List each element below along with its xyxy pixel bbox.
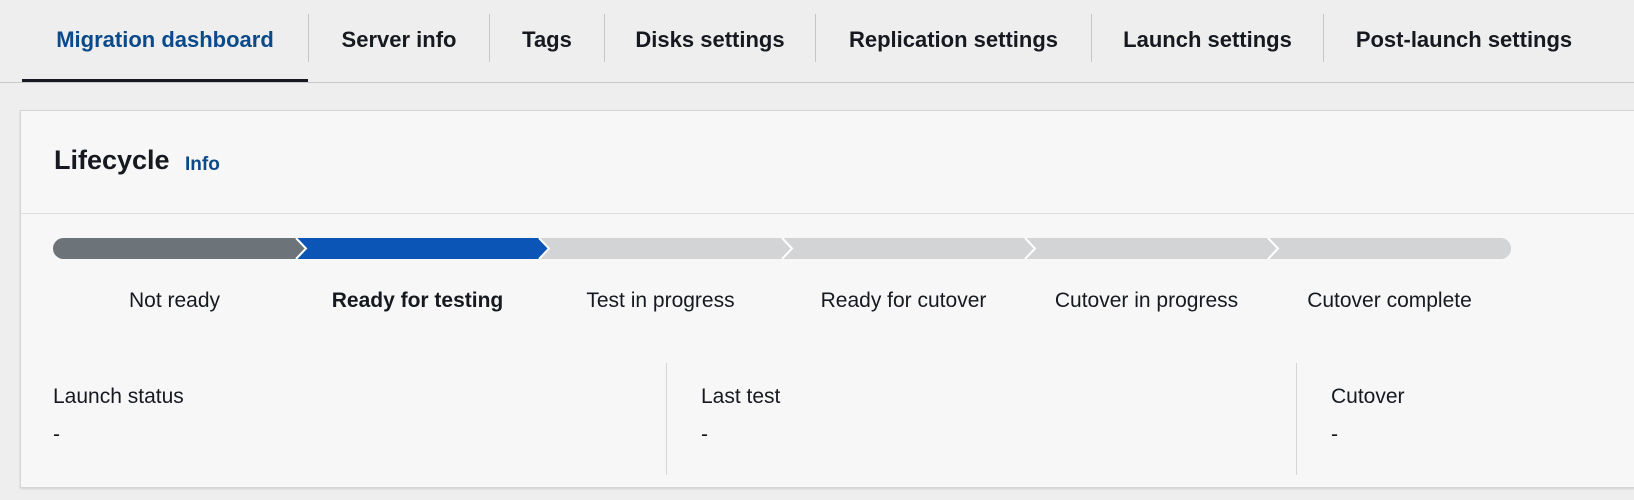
step-chevron-icon xyxy=(1021,238,1037,259)
progress-segment-2 xyxy=(296,238,539,259)
step-label-2: Ready for testing xyxy=(331,289,504,312)
last-test-label: Last test xyxy=(701,385,781,408)
progress-segment-3 xyxy=(539,238,782,259)
tab-disks-settings[interactable]: Disks settings xyxy=(605,0,815,80)
launch-status-value: - xyxy=(53,423,60,446)
tab-launch-settings[interactable]: Launch settings xyxy=(1092,0,1323,80)
info-link[interactable]: Info xyxy=(185,154,220,176)
cutover-label: Cutover xyxy=(1331,385,1405,408)
last-test-value: - xyxy=(701,423,708,446)
progress-segment-6 xyxy=(1268,238,1511,259)
tab-post-launch-settings[interactable]: Post-launch settings xyxy=(1324,0,1604,80)
panel-header: Lifecycle Info xyxy=(21,111,1634,214)
panel-title: Lifecycle xyxy=(54,145,170,175)
progress-segment-5 xyxy=(1025,238,1268,259)
step-chevron-icon xyxy=(778,238,794,259)
step-chevron-icon xyxy=(1264,238,1280,259)
step-label-3: Test in progress xyxy=(586,289,735,312)
tab-bar: Migration dashboard Server info Tags Dis… xyxy=(0,0,1634,83)
step-label-5: Cutover in progress xyxy=(1054,289,1239,312)
tab-migration-dashboard[interactable]: Migration dashboard xyxy=(22,0,308,82)
progress-segment-1 xyxy=(53,238,296,259)
cutover-value: - xyxy=(1331,423,1338,446)
tab-replication-settings[interactable]: Replication settings xyxy=(816,0,1091,80)
tab-server-info[interactable]: Server info xyxy=(309,0,489,80)
last-test-item: Last test - xyxy=(651,363,1251,483)
launch-status-item: Launch status - xyxy=(21,363,621,483)
step-label-1: Not ready xyxy=(128,289,221,312)
step-label-4: Ready for cutover xyxy=(820,289,987,312)
lifecycle-progress-bar xyxy=(53,238,1511,259)
step-chevron-icon xyxy=(535,238,551,259)
step-chevron-icon xyxy=(292,238,308,259)
launch-status-label: Launch status xyxy=(53,385,184,408)
step-label-6: Cutover complete xyxy=(1307,289,1472,312)
lifecycle-panel: Lifecycle Info Not ready Ready for testin… xyxy=(20,110,1634,488)
cutover-item: Cutover - xyxy=(1281,363,1634,483)
progress-segment-4 xyxy=(782,238,1025,259)
tab-tags[interactable]: Tags xyxy=(490,0,604,80)
